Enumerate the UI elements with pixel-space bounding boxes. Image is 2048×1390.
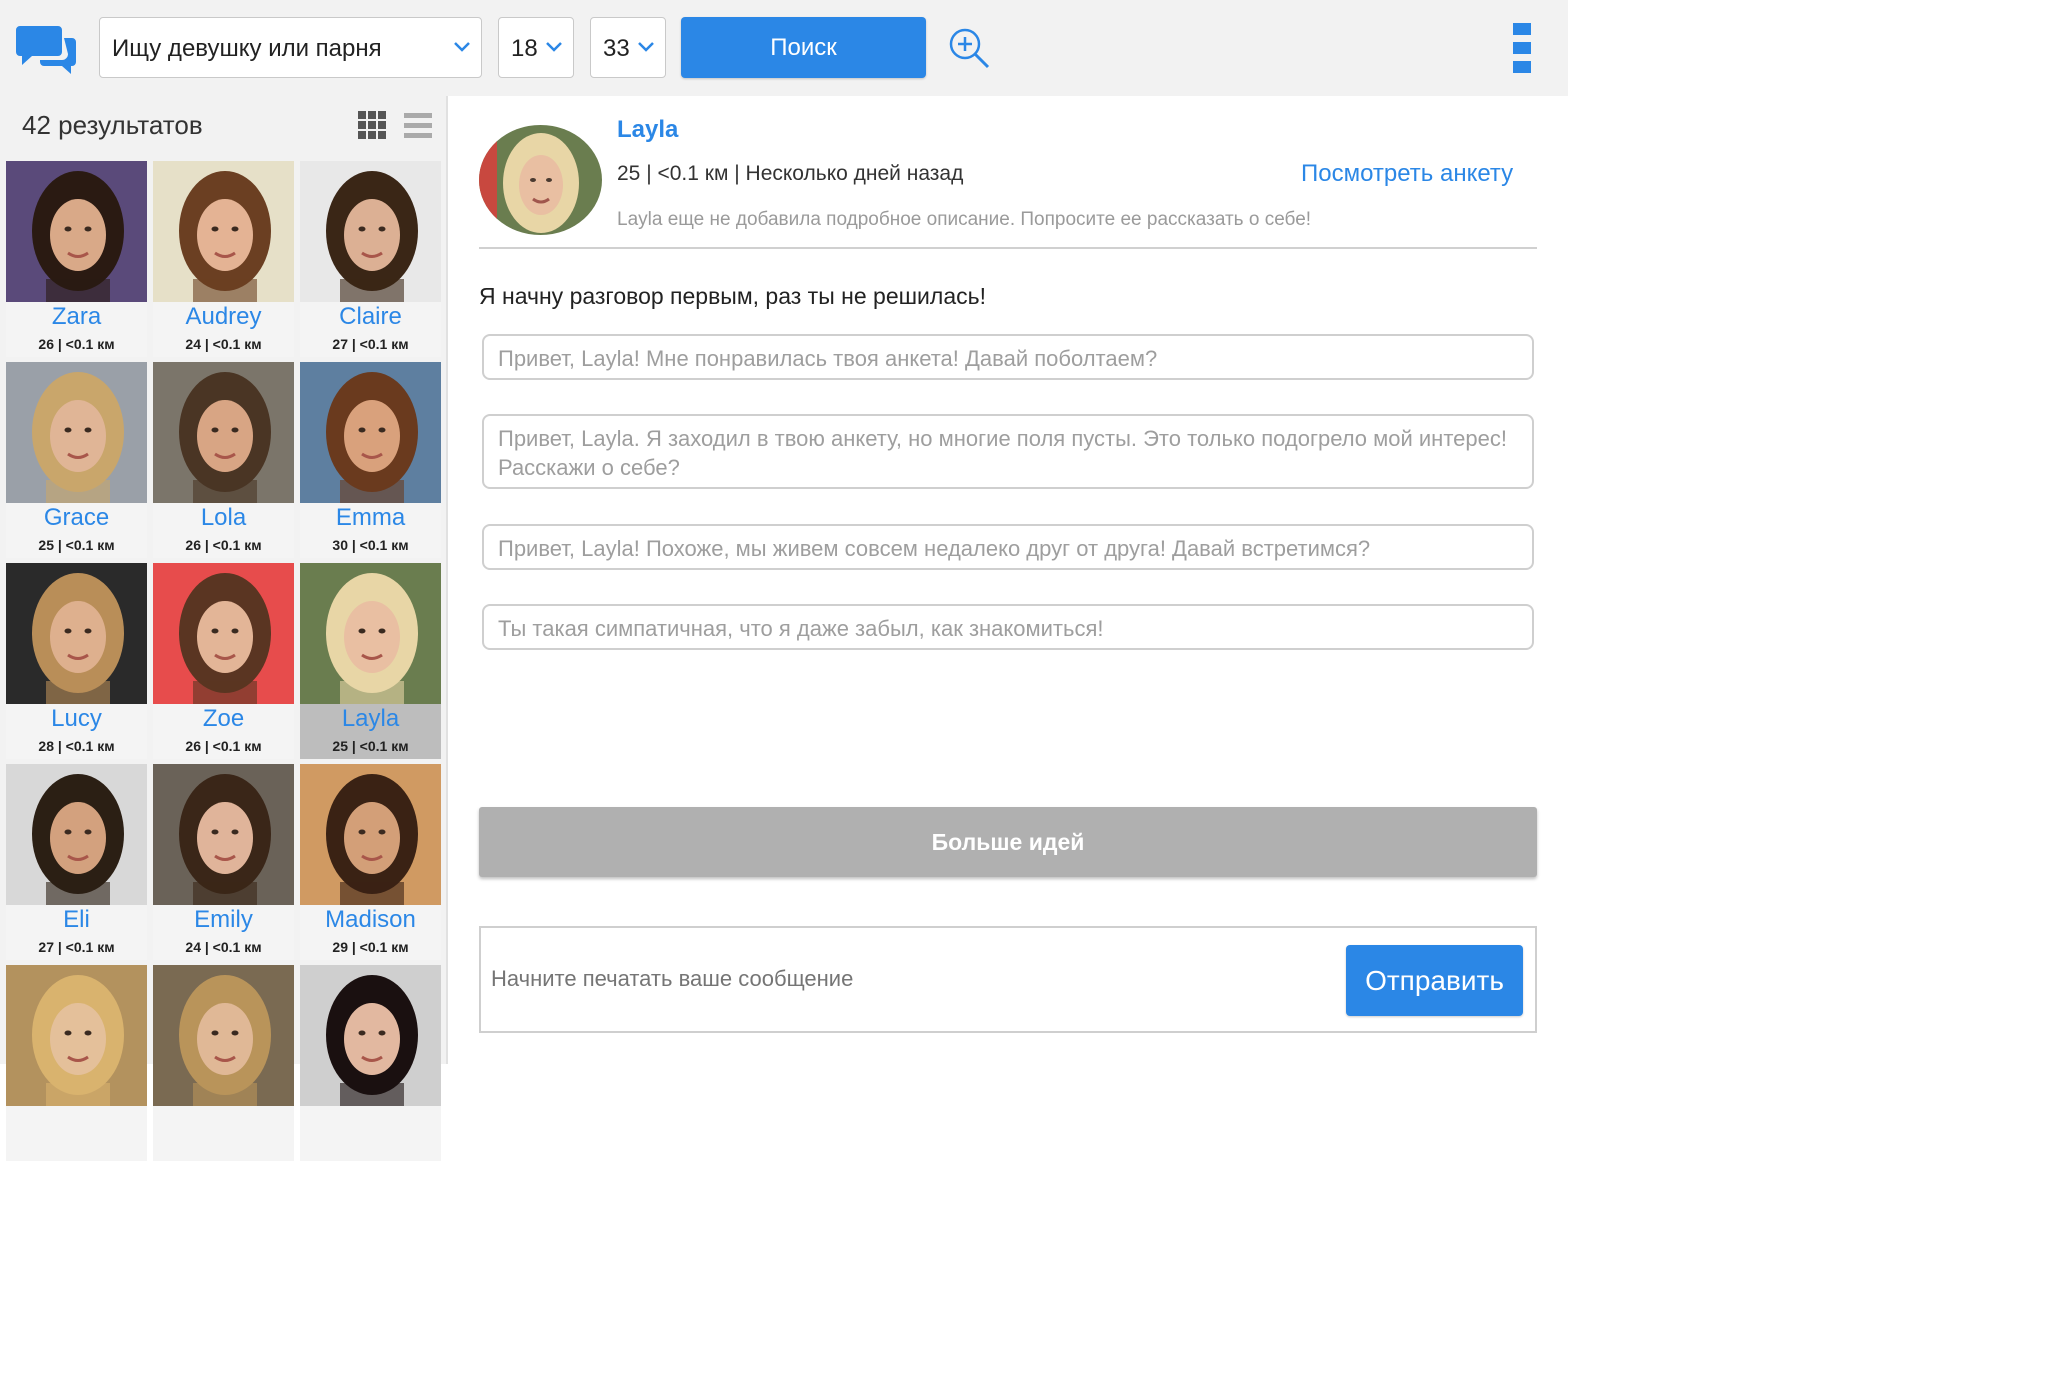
profile-card[interactable]	[6, 965, 147, 1161]
chevron-down-icon	[638, 42, 654, 52]
search-button[interactable]: Поиск	[681, 17, 926, 78]
chat-profile-name[interactable]: Layla	[617, 116, 678, 144]
profile-photo[interactable]	[153, 362, 294, 503]
profile-card-meta: 24 | <0.1 км	[185, 336, 262, 352]
send-button[interactable]: Отправить	[1346, 945, 1523, 1016]
grid-view-icon[interactable]	[358, 111, 386, 139]
profile-card-meta: 26 | <0.1 км	[185, 738, 262, 754]
top-bar: Ищу девушку или парня 18 33 Поиск	[0, 0, 1568, 96]
profile-description: Layla еще не добавила подробное описание…	[617, 209, 1312, 230]
profile-card-meta: 26 | <0.1 км	[38, 336, 115, 352]
profile-card-name[interactable]: Lola	[153, 504, 294, 532]
profile-card[interactable]	[153, 965, 294, 1161]
profile-card-meta: 27 | <0.1 км	[38, 939, 115, 955]
age-min-value: 18	[511, 35, 538, 62]
profile-card-name[interactable]: Lucy	[6, 705, 147, 733]
chevron-down-icon	[454, 42, 470, 52]
profile-card[interactable]: Zoe 26 | <0.1 км	[153, 563, 294, 759]
age-max-value: 33	[603, 35, 630, 62]
profile-card-name[interactable]: Zoe	[153, 705, 294, 733]
icebreaker-option[interactable]: Привет, Layla! Мне понравилась твоя анке…	[482, 334, 1534, 380]
profile-card-meta: 26 | <0.1 км	[185, 537, 262, 553]
profile-card-name[interactable]: Claire	[300, 303, 441, 331]
profile-photo[interactable]	[153, 764, 294, 905]
profile-photo[interactable]	[6, 161, 147, 302]
profile-photo[interactable]	[6, 764, 147, 905]
profile-card[interactable]: Emily 24 | <0.1 км	[153, 764, 294, 960]
profile-card-meta: 27 | <0.1 км	[332, 336, 409, 352]
profile-photo[interactable]	[300, 563, 441, 704]
profile-card[interactable]: Layla 25 | <0.1 км	[300, 563, 441, 759]
profile-card-meta: 24 | <0.1 км	[185, 939, 262, 955]
profile-card-meta: 25 | <0.1 км	[332, 738, 409, 754]
age-max-select[interactable]: 33	[590, 17, 666, 78]
profile-card[interactable]: Lola 26 | <0.1 км	[153, 362, 294, 558]
gender-select[interactable]: Ищу девушку или парня	[99, 17, 482, 78]
profile-card[interactable]	[300, 965, 441, 1161]
profile-card-name[interactable]: Audrey	[153, 303, 294, 331]
profile-photo[interactable]	[153, 161, 294, 302]
profile-card-name[interactable]: Emma	[300, 504, 441, 532]
profile-card-name[interactable]: Madison	[300, 906, 441, 934]
icebreaker-prompt: Я начну разговор первым, раз ты не решил…	[479, 283, 986, 309]
chat-profile-meta: 25 | <0.1 км | Несколько дней назад	[617, 162, 964, 185]
avatar[interactable]	[479, 125, 602, 235]
profile-card-name[interactable]: Layla	[300, 705, 441, 733]
profile-photo[interactable]	[300, 764, 441, 905]
profile-card-name[interactable]: Zara	[6, 303, 147, 331]
profile-card[interactable]: Madison 29 | <0.1 км	[300, 764, 441, 960]
profile-card-meta: 28 | <0.1 км	[38, 738, 115, 754]
list-view-icon[interactable]	[404, 113, 432, 139]
profile-photo[interactable]	[6, 965, 147, 1106]
profile-photo[interactable]	[300, 965, 441, 1106]
results-count: 42 результатов	[22, 110, 203, 140]
profile-card-meta: 29 | <0.1 км	[332, 939, 409, 955]
profile-photo[interactable]	[6, 563, 147, 704]
profile-photo[interactable]	[300, 362, 441, 503]
profile-card-meta: 25 | <0.1 км	[38, 537, 115, 553]
profile-card[interactable]: Audrey 24 | <0.1 км	[153, 161, 294, 357]
icebreaker-option[interactable]: Привет, Layla! Похоже, мы живем совсем н…	[482, 524, 1534, 570]
profile-card-name[interactable]: Emily	[153, 906, 294, 934]
vertical-menu-icon[interactable]	[1513, 23, 1531, 73]
age-min-select[interactable]: 18	[498, 17, 574, 78]
profile-card-name[interactable]: Eli	[6, 906, 147, 934]
message-composer: Отправить	[479, 926, 1537, 1033]
profile-card[interactable]: Emma 30 | <0.1 км	[300, 362, 441, 558]
icebreaker-option[interactable]: Привет, Layla. Я заходил в твою анкету, …	[482, 414, 1534, 489]
divider	[479, 247, 1537, 249]
profile-card[interactable]: Grace 25 | <0.1 км	[6, 362, 147, 558]
message-input[interactable]	[491, 966, 1291, 992]
profile-photo[interactable]	[153, 965, 294, 1106]
chat-panel: Layla 25 | <0.1 км | Несколько дней наза…	[450, 96, 1568, 1064]
profile-card[interactable]: Eli 27 | <0.1 км	[6, 764, 147, 960]
results-panel: 42 результатов Zara 26 | <0.1 км Audrey 24 …	[0, 96, 448, 1161]
zoom-in-icon[interactable]	[947, 26, 991, 70]
chevron-down-icon	[546, 42, 562, 52]
icebreaker-option[interactable]: Ты такая симпатичная, что я даже забыл, …	[482, 604, 1534, 650]
more-ideas-button[interactable]: Больше идей	[479, 807, 1537, 877]
profile-card-meta: 30 | <0.1 км	[332, 537, 409, 553]
profile-card-name[interactable]: Grace	[6, 504, 147, 532]
profile-photo[interactable]	[300, 161, 441, 302]
chat-bubbles-icon[interactable]	[16, 22, 78, 76]
profile-photo[interactable]	[153, 563, 294, 704]
profile-card[interactable]: Lucy 28 | <0.1 км	[6, 563, 147, 759]
view-profile-link[interactable]: Посмотреть анкету	[1301, 160, 1513, 188]
profile-card[interactable]: Zara 26 | <0.1 км	[6, 161, 147, 357]
profile-card[interactable]: Claire 27 | <0.1 км	[300, 161, 441, 357]
profile-photo[interactable]	[6, 362, 147, 503]
gender-select-value: Ищу девушку или парня	[112, 35, 382, 62]
